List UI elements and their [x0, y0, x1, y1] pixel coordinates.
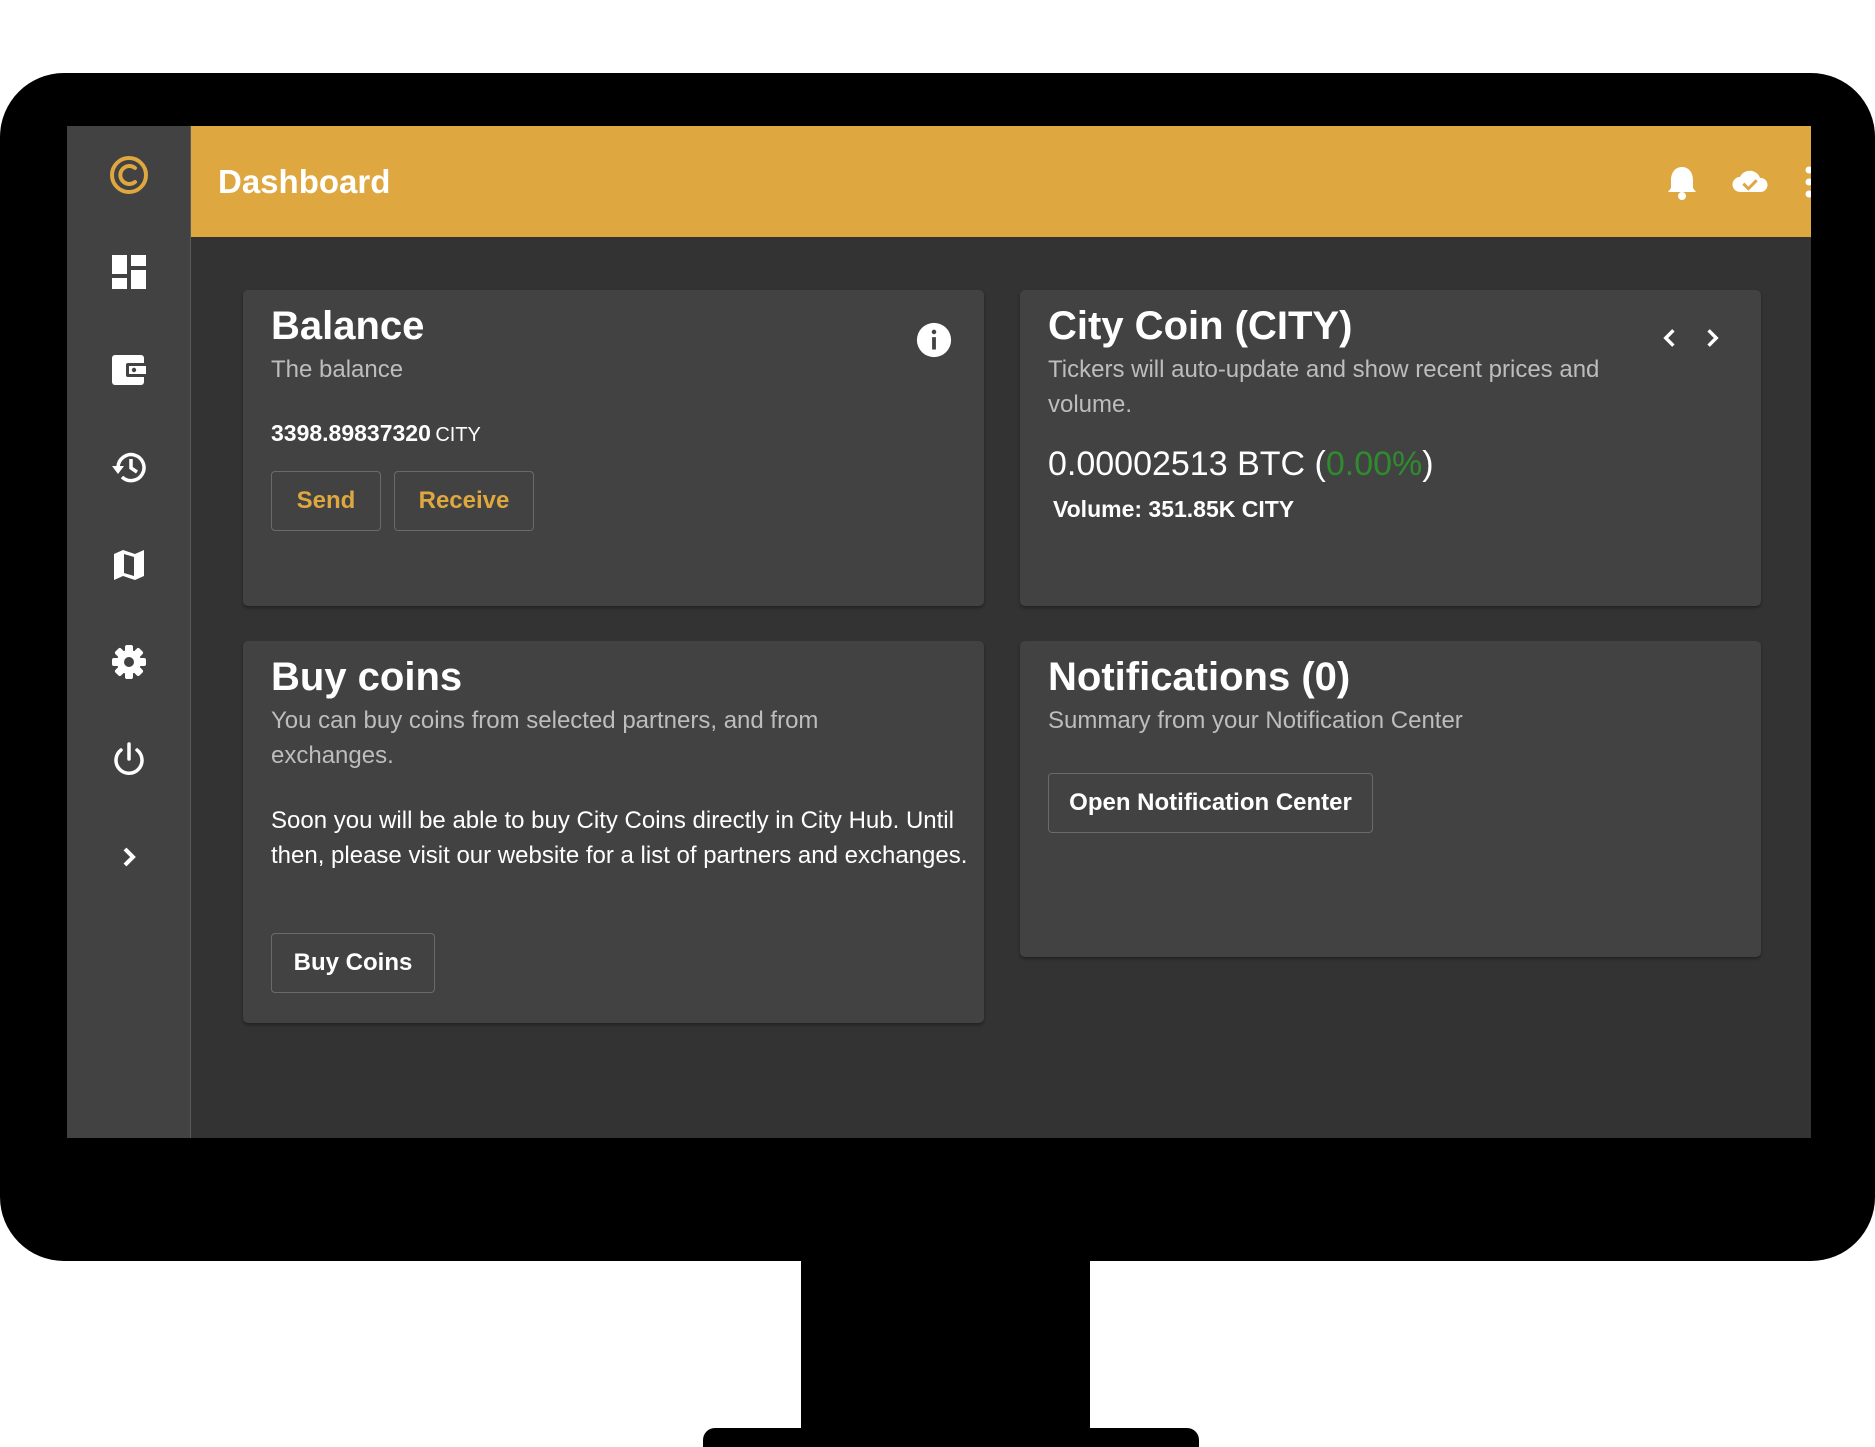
sidebar-item-history[interactable] — [67, 427, 190, 507]
sidebar-expand-button[interactable] — [67, 817, 190, 897]
ticker-volume: Volume: 351.85K CITY — [1053, 496, 1295, 522]
ticker-title: City Coin (CITY) — [1048, 304, 1353, 348]
sidebar-item-map[interactable] — [67, 525, 190, 605]
power-icon — [113, 742, 144, 775]
cloud-check-icon — [1732, 170, 1768, 192]
more-menu-button[interactable] — [1791, 154, 1811, 210]
balance-subtitle: The balance — [271, 356, 404, 383]
sidebar-item-dashboard[interactable] — [67, 232, 190, 312]
sidebar-item-power[interactable] — [67, 719, 190, 799]
notifications-button[interactable] — [1654, 154, 1710, 210]
ticker-change: 0.00% — [1325, 445, 1423, 483]
balance-amount-row: 3398.89837320 CITY — [271, 420, 481, 447]
chevron-right-icon — [123, 847, 136, 867]
wallet-icon — [111, 355, 146, 385]
ticker-close-paren: ) — [1422, 445, 1434, 483]
chevron-left-icon — [1663, 329, 1675, 347]
monitor-stand-neck — [801, 1255, 1090, 1435]
ticker-next-button[interactable] — [1694, 320, 1730, 356]
app-screen: Dashboard Balance The balance 3398.89837… — [67, 126, 1811, 1138]
sync-status-button[interactable] — [1722, 154, 1778, 210]
top-app-bar: Dashboard — [191, 126, 1811, 237]
ticker-price-row: 0.00002513 BTC (0.00%) — [1048, 445, 1434, 484]
buy-coins-button[interactable]: Buy Coins — [271, 933, 435, 993]
receive-button[interactable]: Receive — [394, 471, 534, 531]
balance-title: Balance — [271, 304, 425, 348]
chevron-right-icon — [1707, 329, 1719, 347]
buy-description: Soon you will be able to buy City Coins … — [271, 807, 968, 869]
bell-icon — [1668, 167, 1696, 200]
ticker-price: 0.00002513 BTC ( — [1048, 445, 1326, 483]
send-button[interactable]: Send — [271, 471, 381, 531]
balance-info-button[interactable] — [914, 320, 954, 360]
notifications-subtitle: Summary from your Notification Center — [1048, 707, 1463, 734]
page-title: Dashboard — [218, 163, 391, 200]
open-notification-center-button[interactable]: Open Notification Center — [1048, 773, 1373, 833]
notifications-title: Notifications (0) — [1048, 655, 1351, 699]
dashboard-icon — [111, 255, 146, 289]
city-logo-icon[interactable] — [67, 135, 190, 215]
balance-unit: CITY — [435, 424, 481, 446]
info-icon — [916, 322, 952, 358]
sidebar-item-wallet[interactable] — [67, 330, 190, 410]
history-icon — [111, 452, 146, 483]
buy-title: Buy coins — [271, 655, 463, 699]
ticker-subtitle: Tickers will auto-update and show recent… — [1048, 356, 1600, 418]
more-vertical-icon — [1805, 166, 1811, 198]
map-icon — [113, 550, 144, 580]
ticker-card: City Coin (CITY) Tickers will auto-updat… — [1020, 290, 1761, 606]
sidebar — [67, 126, 191, 1138]
buy-coins-card: Buy coins You can buy coins from selecte… — [243, 641, 984, 1023]
ticker-previous-button[interactable] — [1652, 320, 1688, 356]
notifications-card: Notifications (0) Summary from your Noti… — [1020, 641, 1761, 957]
monitor-stand-foot — [703, 1428, 1199, 1447]
balance-card: Balance The balance 3398.89837320 CITY S… — [243, 290, 984, 606]
settings-icon — [111, 645, 146, 679]
balance-amount: 3398.89837320 — [271, 420, 431, 446]
sidebar-item-settings[interactable] — [67, 622, 190, 702]
buy-subtitle: You can buy coins from selected partners… — [271, 707, 819, 769]
